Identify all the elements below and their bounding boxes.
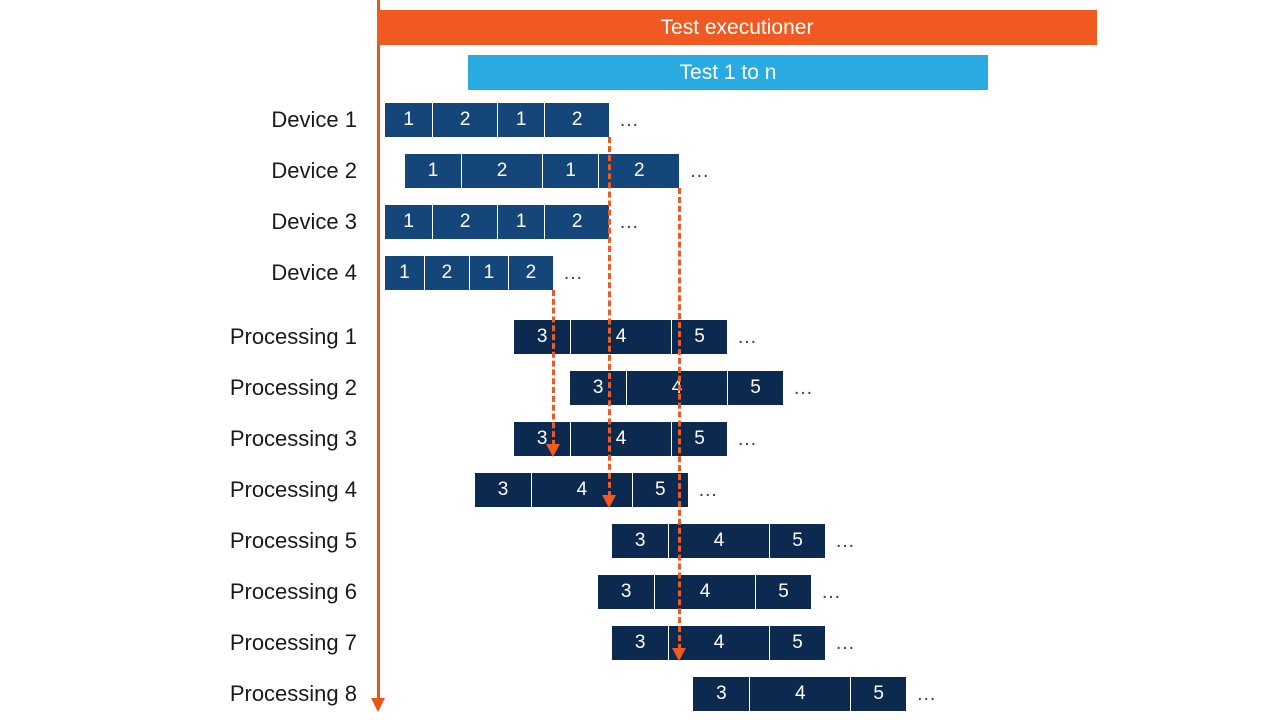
row-proc-8: Processing 8345… [0,677,1280,711]
phase-segment: 1 [497,103,545,137]
subheader-title: Test 1 to n [680,61,777,85]
ellipsis-icon: … [679,154,709,188]
phase-segment: 3 [475,473,531,507]
row-label: Processing 8 [0,681,377,707]
phase-segment: 2 [432,205,496,239]
row-label: Device 2 [0,158,377,184]
row-bars: 1212… [377,154,1280,188]
phase-segment: 4 [749,677,850,711]
ellipsis-icon: … [609,205,639,239]
row-label: Processing 3 [0,426,377,452]
ellipsis-icon: … [553,256,583,290]
phase-segment: 5 [850,677,906,711]
ellipsis-icon: … [609,103,639,137]
dependency-arrow-head [672,648,686,661]
phase-segment: 4 [654,575,755,609]
row-bars: 1212… [377,205,1280,239]
header-test-executioner: Test executioner [377,10,1097,45]
phase-segment: 1 [385,205,433,239]
phase-segment: 5 [755,575,811,609]
row-bars: 1212… [377,256,1280,290]
ellipsis-icon: … [825,626,855,660]
row-label: Processing 7 [0,630,377,656]
row-label: Device 4 [0,260,377,286]
phase-segment: 3 [514,422,570,456]
phase-segment: 5 [769,626,825,660]
row-bars: 345… [377,371,1280,405]
phase-segment: 2 [508,256,553,290]
header-test-range: Test 1 to n [468,55,988,90]
ellipsis-icon: … [811,575,841,609]
phase-segment: 1 [385,103,433,137]
phase-segment: 3 [570,371,626,405]
row-proc-4: Processing 4345… [0,473,1280,507]
row-bars: 345… [377,626,1280,660]
phase-segment: 2 [424,256,469,290]
row-proc-2: Processing 2345… [0,371,1280,405]
phase-segment: 4 [668,524,769,558]
row-label: Processing 1 [0,324,377,350]
row-label: Processing 4 [0,477,377,503]
row-proc-1: Processing 1345… [0,320,1280,354]
phase-segment: 3 [612,524,668,558]
phase-segment: 4 [626,371,727,405]
phase-segment: 4 [570,320,671,354]
row-device-4: Device 41212… [0,256,1280,290]
phase-segment: 4 [531,473,632,507]
row-bars: 345… [377,524,1280,558]
row-device-1: Device 11212… [0,103,1280,137]
dependency-arrow-head [546,444,560,457]
row-bars: 345… [377,422,1280,456]
phase-segment: 5 [769,524,825,558]
phase-segment: 1 [497,205,545,239]
row-proc-7: Processing 7345… [0,626,1280,660]
phase-segment: 1 [469,256,508,290]
row-proc-6: Processing 6345… [0,575,1280,609]
phase-segment: 3 [693,677,749,711]
row-device-3: Device 31212… [0,205,1280,239]
row-label: Processing 5 [0,528,377,554]
phase-segment: 1 [385,256,424,290]
dependency-arrow-head [602,495,616,508]
dependency-arrow-line [678,188,681,650]
row-label: Device 3 [0,209,377,235]
row-bars: 345… [377,320,1280,354]
phase-segment: 1 [542,154,598,188]
ellipsis-icon: … [688,473,718,507]
ellipsis-icon: … [727,422,757,456]
row-proc-5: Processing 5345… [0,524,1280,558]
row-label: Device 1 [0,107,377,133]
phase-segment: 2 [432,103,496,137]
row-bars: 345… [377,677,1280,711]
dependency-arrow-line [608,137,611,497]
header-title: Test executioner [661,16,814,40]
ellipsis-icon: … [727,320,757,354]
row-device-2: Device 21212… [0,154,1280,188]
row-proc-3: Processing 3345… [0,422,1280,456]
phase-segment: 4 [570,422,671,456]
phase-segment: 3 [514,320,570,354]
phase-segment: 1 [405,154,461,188]
row-bars: 345… [377,575,1280,609]
phase-segment: 3 [598,575,654,609]
row-bars: 345… [377,473,1280,507]
phase-segment: 2 [544,103,608,137]
phase-segment: 2 [461,154,542,188]
ellipsis-icon: … [906,677,936,711]
phase-segment: 5 [727,371,783,405]
phase-segment: 3 [612,626,668,660]
dependency-arrow-line [552,290,555,446]
phase-segment: 2 [544,205,608,239]
ellipsis-icon: … [825,524,855,558]
ellipsis-icon: … [783,371,813,405]
row-bars: 1212… [377,103,1280,137]
row-label: Processing 6 [0,579,377,605]
diagram-stage: Test executioner Test 1 to n Device 1121… [0,0,1280,720]
row-label: Processing 2 [0,375,377,401]
